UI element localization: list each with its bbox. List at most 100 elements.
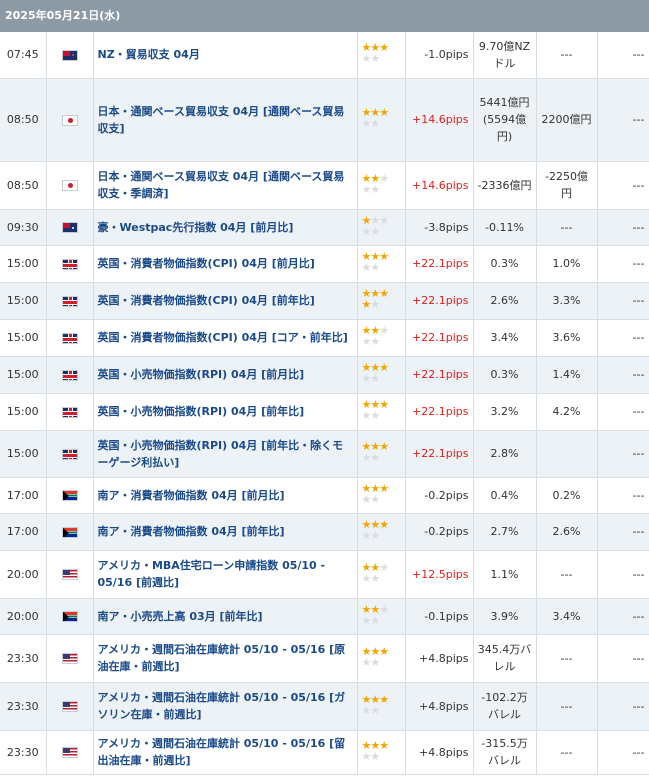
star-icon: ★ [370,613,380,627]
pips-move: +22.1pips [405,356,474,394]
event-name-link[interactable]: アメリカ・週間石油在庫統計 05/10 - 05/16 [原油在庫・前週比] [93,634,358,683]
pips-move: -1.0pips [405,32,474,79]
event-name-link[interactable]: 英国・消費者物価指数(CPI) 04月 [前月比] [93,245,358,283]
pips-move: -0.2pips [405,513,474,551]
forecast-value: 1.0% [536,245,598,283]
previous-value: 3.2% [473,393,537,431]
star-icon: ★ [370,409,380,422]
table-row: 20:00 アメリカ・MBA住宅ローン申請指数 05/10 - 05/16 [前週… [0,550,649,599]
previous-value: 0.3% [473,245,537,283]
importance-star-icons: ★★★ ★★ [362,362,398,384]
importance-star-icons: ★★★ ★★ [362,325,398,347]
result-value: --- [597,598,649,635]
forecast-value: --- [536,730,598,775]
star-icon: ★ [379,41,389,55]
table-row: 23:30 アメリカ・週間石油在庫統計 05/10 - 05/16 [原油在庫・前… [0,634,649,683]
nz-flag-icon [61,49,78,61]
event-name-link[interactable]: 英国・消費者物価指数(CPI) 04月 [コア・前年比] [93,319,358,357]
pips-move: +22.1pips [405,430,474,478]
importance-star-icons: ★★★ ★★ [362,740,398,762]
star-icon: ★ [370,335,380,348]
importance-star-icons: ★★★ ★★ [362,288,398,310]
us-flag-icon [61,747,78,758]
result-value: --- [597,513,649,551]
pips-move: +12.5pips [405,550,474,599]
event-time: 23:30 [0,682,47,731]
star-icon: ★ [370,261,380,274]
event-time: 20:00 [0,598,47,635]
table-row: 09:30 豪・Westpac先行指数 04月 [前月比] ★★★ ★★ -3.8pip… [0,209,649,246]
star-icon: ★ [379,440,389,453]
result-value: --- [597,245,649,283]
pips-move: +22.1pips [405,319,474,357]
gb-flag-icon [61,369,78,381]
gb-flag-icon [61,406,78,418]
pips-move: +22.1pips [405,393,474,431]
event-time: 08:50 [0,161,47,210]
event-name-link[interactable]: 南ア・消費者物価指数 04月 [前月比] [93,477,358,514]
importance-star-icons: ★★★ ★★ [362,519,398,541]
event-name-link[interactable]: アメリカ・週間石油在庫統計 05/10 - 05/16 [留出油在庫・前週比] [93,730,358,775]
pips-move: +4.8pips [405,682,474,731]
us-flag-icon [61,569,78,580]
previous-value: 3.9% [473,598,537,635]
star-icon: ★ [379,398,389,411]
table-row: 15:00 英国・小売物価指数(RPI) 04月 [前年比] ★★★ ★★ +22.1p… [0,393,649,431]
event-name-link[interactable]: 日本・通関ベース貿易収支 04月 [通関ベース貿易収支・季調済] [93,161,358,210]
pips-move: +4.8pips [405,730,474,775]
gb-flag-icon [61,258,78,270]
event-time: 17:00 [0,513,47,551]
star-icon: ★ [370,372,380,385]
event-name-link[interactable]: 英国・小売物価指数(RPI) 04月 [前年比・除くモーゲージ利払い] [93,430,358,478]
event-name-link[interactable]: 英国・小売物価指数(RPI) 04月 [前月比] [93,356,358,394]
event-name-link[interactable]: 南ア・消費者物価指数 04月 [前年比] [93,513,358,551]
star-icon: ★ [379,560,389,574]
date-header: 2025年05月21日(水) [0,0,649,32]
star-icon: ★ [379,602,389,616]
event-time: 07:45 [0,32,47,79]
star-icon: ★ [379,518,389,531]
event-name-link[interactable]: 英国・小売物価指数(RPI) 04月 [前年比] [93,393,358,431]
event-name-link[interactable]: 南ア・小売売上高 03月 [前年比] [93,598,358,635]
economic-calendar-table: 07:45 NZ・貿易収支 04月 ★★★ ★★ -1.0pips 9.70億NZドル --… [0,32,649,775]
event-time: 09:30 [0,209,47,246]
star-icon: ★ [379,481,389,495]
pips-move: +14.6pips [405,161,474,210]
gb-flag-icon [61,448,78,460]
us-flag-icon [61,701,78,712]
star-icon: ★ [370,224,380,238]
result-value: --- [597,634,649,683]
pips-move: -0.1pips [405,598,474,635]
event-name-link[interactable]: 日本・通関ベース貿易収支 04月 [通関ベース貿易収支] [93,78,358,162]
result-value: --- [597,430,649,478]
result-value: --- [597,78,649,162]
previous-value: 5441億円(5594億円) [473,78,537,162]
event-name-link[interactable]: 英国・消費者物価指数(CPI) 04月 [前年比] [93,282,358,320]
event-time: 20:00 [0,550,47,599]
importance-star-icons: ★★★ ★★ [362,604,398,626]
event-name-link[interactable]: NZ・貿易収支 04月 [93,32,358,79]
table-row: 15:00 英国・消費者物価指数(CPI) 04月 [コア・前年比] ★★★ ★★ +2… [0,319,649,357]
event-name-link[interactable]: 豪・Westpac先行指数 04月 [前月比] [93,209,358,246]
forecast-value: 0.2% [536,477,598,514]
event-name-link[interactable]: アメリカ・週間石油在庫統計 05/10 - 05/16 [ガソリン在庫・前週比] [93,682,358,731]
star-icon: ★ [379,644,389,658]
table-row: 15:00 英国・小売物価指数(RPI) 04月 [前月比] ★★★ ★★ +22.1p… [0,356,649,394]
event-name-link[interactable]: アメリカ・MBA住宅ローン申請指数 05/10 - 05/16 [前週比] [93,550,358,599]
pips-move: -3.8pips [405,209,474,246]
importance-star-icons: ★★★ ★★ [362,562,398,584]
pips-move: +4.8pips [405,634,474,683]
importance-star-icons: ★★★ ★★ [362,694,398,716]
previous-value: -2336億円 [473,161,537,210]
au-flag-icon [61,222,78,233]
forecast-value: 2200億円 [536,78,598,162]
forecast-value: 3.3% [536,282,598,320]
table-row: 08:50 日本・通関ベース貿易収支 04月 [通関ベース貿易収支] ★★★ ★★ +1… [0,78,649,162]
table-row: 08:50 日本・通関ベース貿易収支 04月 [通関ベース貿易収支・季調済] ★★★… [0,161,649,210]
table-row: 23:30 アメリカ・週間石油在庫統計 05/10 - 05/16 [ガソリン在庫… [0,682,649,731]
importance-star-icons: ★★★ ★★ [362,215,398,237]
pips-move: -0.2pips [405,477,474,514]
star-icon: ★ [379,324,389,337]
table-row: 23:30 アメリカ・週間石油在庫統計 05/10 - 05/16 [留出油在庫・… [0,730,649,775]
star-icon: ★ [379,287,389,300]
